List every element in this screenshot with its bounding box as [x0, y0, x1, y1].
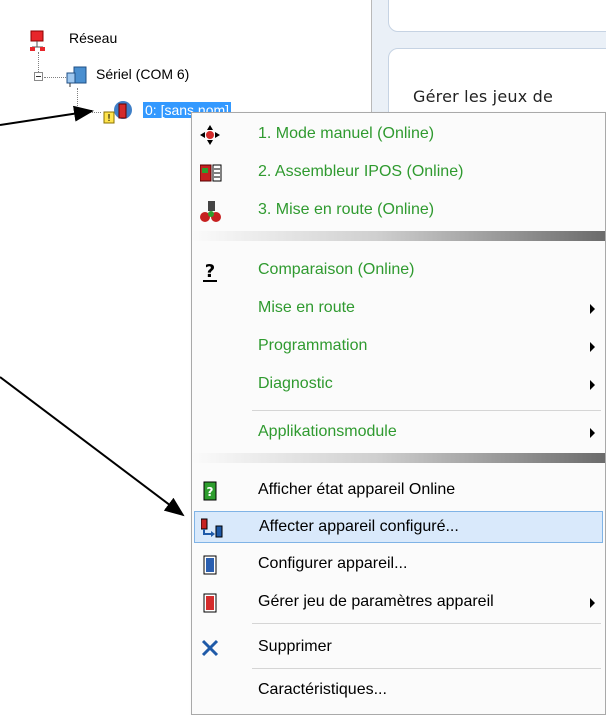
menu-item-label: Configurer appareil... [258, 555, 408, 572]
submenu-arrow-icon [590, 380, 595, 390]
network-icon [29, 30, 49, 55]
ipos-assembler-icon [199, 163, 222, 183]
menu-item-application-modules[interactable]: Applikationsmodule [194, 417, 603, 449]
menu-item-manage-parameter-set[interactable]: Gérer jeu de paramètres appareil [194, 587, 603, 619]
menu-item-startup-online[interactable]: 3. Mise en route (Online) [194, 195, 603, 227]
tree-node-serial[interactable]: Sériel (COM 6) [66, 66, 246, 88]
menu-item-startup-submenu[interactable]: Mise en route [194, 293, 603, 325]
menu-item-ipos-assembler[interactable]: 2. Assembleur IPOS (Online) [194, 157, 603, 189]
menu-item-label: Affecter appareil configuré... [259, 518, 459, 535]
menu-item-manual-mode[interactable]: 1. Mode manuel (Online) [194, 119, 603, 151]
menu-item-assign-configured-device[interactable]: Affecter appareil configuré... [194, 511, 603, 543]
menu-item-label: Gérer jeu de paramètres appareil [258, 593, 494, 610]
menu-item-label: Applikationsmodule [258, 423, 397, 440]
submenu-arrow-icon [590, 428, 595, 438]
menu-item-label: Afficher état appareil Online [258, 481, 456, 498]
tree-connector [77, 88, 78, 112]
menu-item-label: Mise en route [258, 299, 355, 316]
tree-node-root[interactable]: Réseau [29, 30, 149, 52]
menu-separator [252, 668, 601, 669]
delete-x-icon [200, 638, 220, 658]
serial-port-icon [66, 66, 90, 91]
menu-separator [252, 623, 601, 624]
menu-item-comparison[interactable]: ? Comparaison (Online) [194, 255, 603, 287]
configure-device-icon [200, 555, 220, 575]
svg-text:!: ! [107, 113, 111, 124]
menu-item-diagnostic[interactable]: Diagnostic [194, 369, 603, 401]
submenu-arrow-icon [590, 598, 595, 608]
menu-item-configure-device[interactable]: Configurer appareil... [194, 549, 603, 581]
menu-item-label: 2. Assembleur IPOS (Online) [258, 163, 464, 180]
menu-item-label: Caractéristiques... [258, 681, 387, 698]
tree-connector [44, 77, 66, 78]
menu-item-properties[interactable]: Caractéristiques... [194, 675, 603, 707]
assign-device-icon [200, 518, 223, 538]
svg-text:?: ? [205, 261, 215, 282]
parameter-set-icon [200, 593, 220, 613]
tree-serial-label: Sériel (COM 6) [96, 66, 190, 82]
collapse-toggle[interactable] [34, 72, 43, 81]
tree-connector [77, 112, 101, 113]
right-card-top[interactable] [388, 0, 606, 32]
tree-root-label: Réseau [69, 30, 118, 46]
menu-item-delete[interactable]: Supprimer [194, 632, 603, 664]
menu-item-label: 3. Mise en route (Online) [258, 201, 435, 218]
device-warning-icon: ! [101, 100, 135, 127]
menu-item-label: Supprimer [258, 638, 332, 655]
submenu-arrow-icon [590, 342, 595, 352]
svg-text:?: ? [207, 485, 214, 499]
menu-item-programming[interactable]: Programmation [194, 331, 603, 363]
question-icon: ? [200, 261, 220, 282]
menu-separator [192, 231, 605, 241]
context-menu: 1. Mode manuel (Online) 2. Assembleur IP… [191, 112, 606, 715]
menu-separator [192, 453, 605, 463]
menu-item-show-device-status[interactable]: ? Afficher état appareil Online [194, 475, 603, 507]
submenu-arrow-icon [590, 304, 595, 314]
startup-icon [200, 201, 221, 222]
menu-item-label: Diagnostic [258, 375, 333, 392]
menu-item-label: 1. Mode manuel (Online) [258, 125, 435, 142]
menu-item-label: Comparaison (Online) [258, 261, 415, 278]
move-arrows-icon [200, 125, 220, 145]
manage-sets-label: Gérer les jeux de [413, 87, 554, 106]
menu-separator [252, 410, 601, 411]
menu-item-label: Programmation [258, 337, 368, 354]
device-status-icon: ? [200, 481, 220, 501]
